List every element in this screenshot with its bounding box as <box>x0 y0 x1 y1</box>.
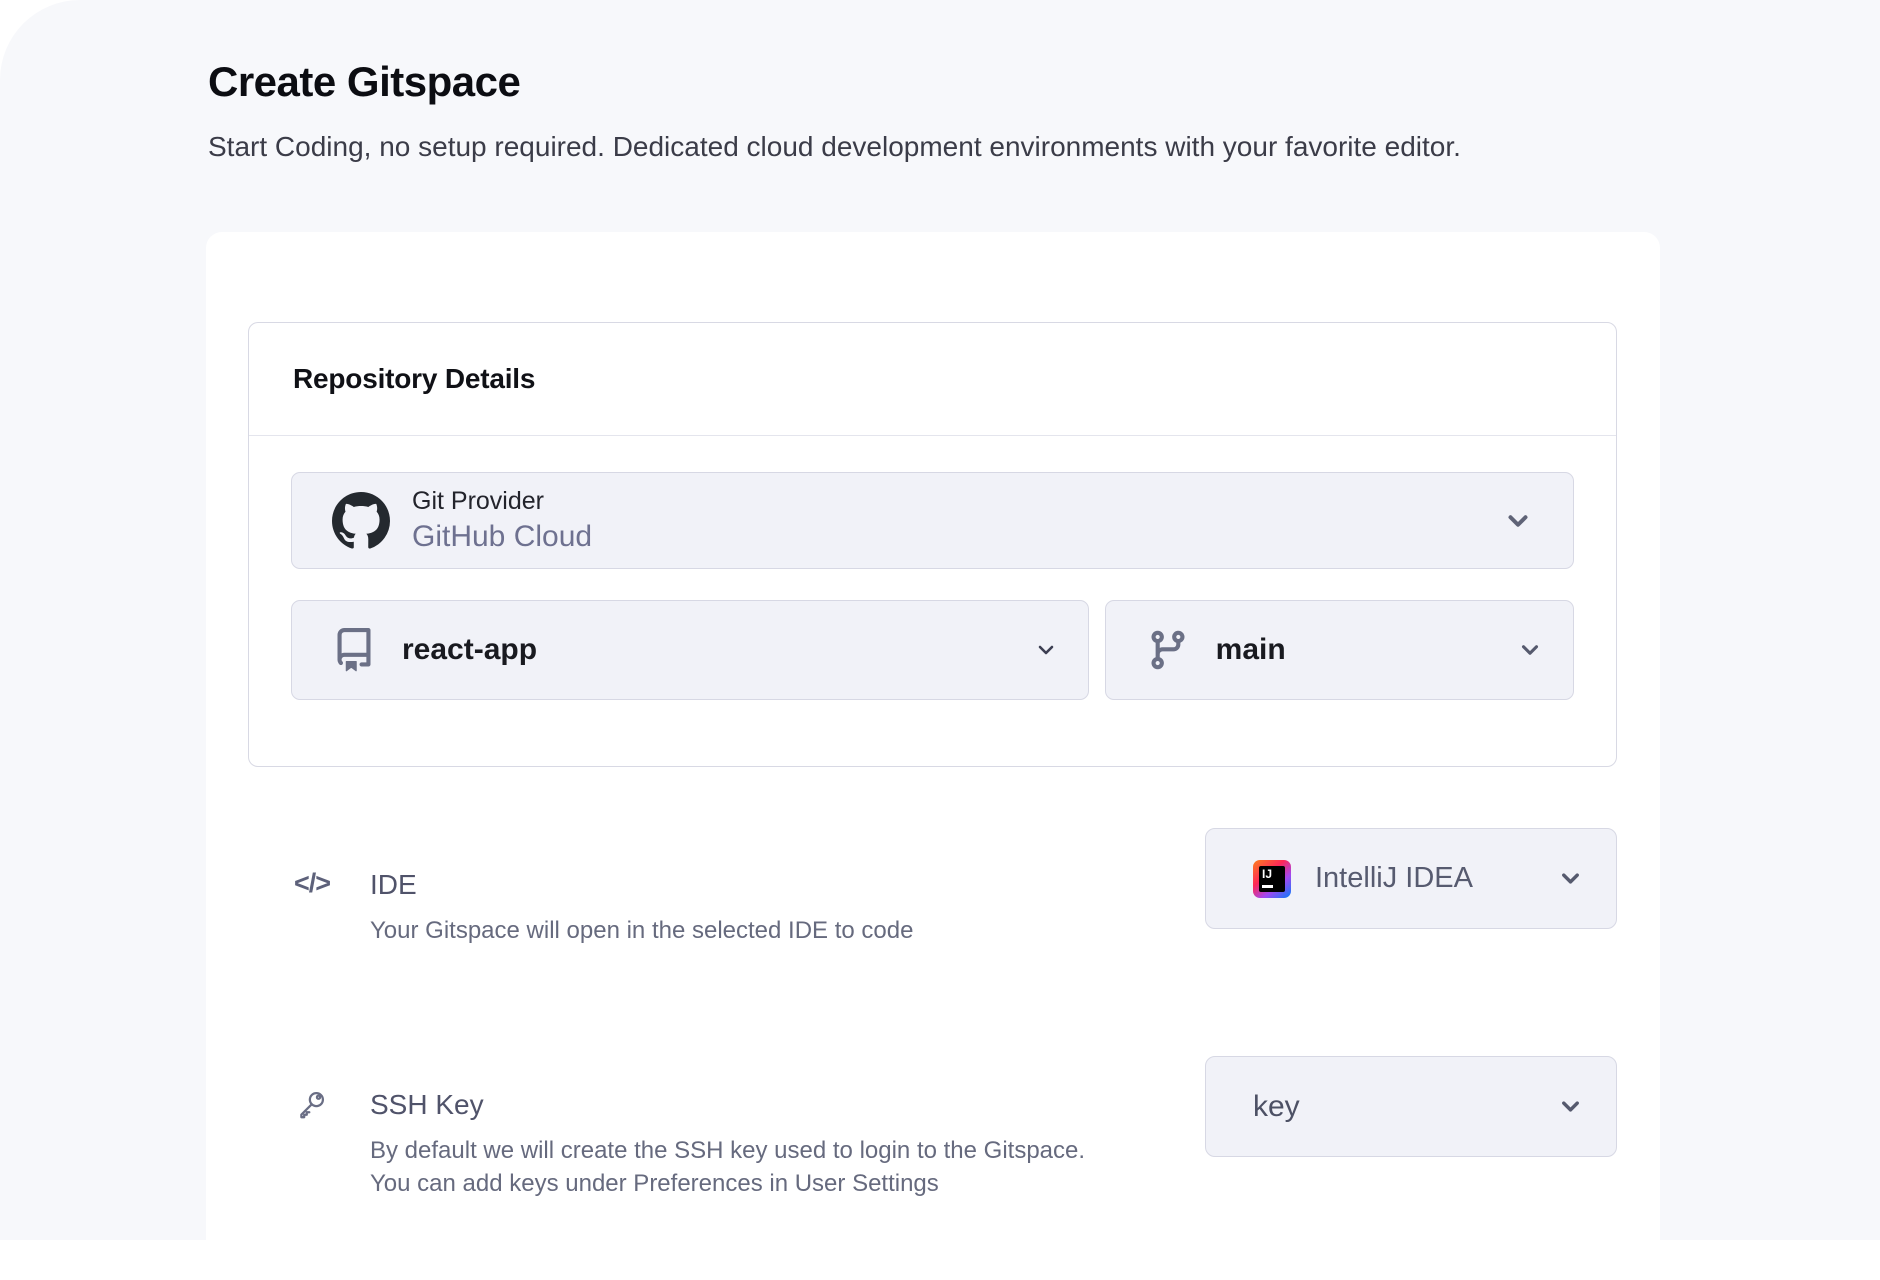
ide-texts: IDE Your Gitspace will open in the selec… <box>370 868 913 947</box>
repository-select[interactable]: react-app <box>291 600 1089 700</box>
chevron-down-icon <box>1034 638 1058 662</box>
chevron-down-icon <box>1557 865 1584 892</box>
ssh-key-description-line1: By default we will create the SSH key us… <box>370 1134 1085 1167</box>
git-provider-texts: Git Provider GitHub Cloud <box>412 486 592 555</box>
git-provider-label: Git Provider <box>412 486 592 516</box>
page-title: Create Gitspace <box>208 58 1880 106</box>
repository-details-header: Repository Details <box>249 323 1616 436</box>
repository-details-body: Git Provider GitHub Cloud react-app <box>249 436 1616 766</box>
ssh-key-description: By default we will create the SSH key us… <box>370 1134 1085 1200</box>
ssh-key-description-line2: You can add keys under Preferences in Us… <box>370 1167 1085 1200</box>
page-subtitle: Start Coding, no setup required. Dedicat… <box>208 126 1668 168</box>
repo-branch-row: react-app main <box>291 600 1574 700</box>
create-gitspace-form-card: Repository Details Git Provider GitHub C… <box>206 232 1660 1280</box>
ide-label: IDE <box>370 868 913 902</box>
branch-value: main <box>1216 633 1286 667</box>
github-icon <box>332 492 390 550</box>
branch-select[interactable]: main <box>1105 600 1574 700</box>
ide-description: Your Gitspace will open in the selected … <box>370 914 913 947</box>
ssh-key-texts: SSH Key By default we will create the SS… <box>370 1088 1085 1200</box>
git-provider-select[interactable]: Git Provider GitHub Cloud <box>291 472 1574 569</box>
intellij-idea-icon: IJ <box>1253 860 1291 898</box>
ide-select[interactable]: IJ IntelliJ IDEA <box>1205 828 1617 929</box>
repository-details-section: Repository Details Git Provider GitHub C… <box>248 322 1617 767</box>
ssh-key-row: SSH Key By default we will create the SS… <box>294 1056 1617 1200</box>
ssh-key-label: SSH Key <box>370 1088 1085 1122</box>
ssh-key-info: SSH Key By default we will create the SS… <box>294 1056 1085 1200</box>
repository-details-title: Repository Details <box>293 363 535 394</box>
ide-info: </> IDE Your Gitspace will open in the s… <box>294 828 913 947</box>
chevron-down-icon <box>1557 1093 1584 1120</box>
ide-row: </> IDE Your Gitspace will open in the s… <box>294 828 1617 947</box>
code-icon: </> <box>294 868 334 947</box>
git-branch-icon <box>1146 628 1190 672</box>
ssh-key-selected-value: key <box>1253 1090 1300 1124</box>
key-icon <box>294 1088 334 1200</box>
repository-value: react-app <box>402 633 537 667</box>
main-content-panel: Create Gitspace Start Coding, no setup r… <box>0 0 1880 1240</box>
git-provider-value: GitHub Cloud <box>412 519 592 555</box>
ide-selected-value: IntelliJ IDEA <box>1315 862 1473 895</box>
repo-icon <box>332 628 376 672</box>
chevron-down-icon <box>1517 637 1543 663</box>
ssh-key-select[interactable]: key <box>1205 1056 1617 1157</box>
chevron-down-icon <box>1503 506 1533 536</box>
